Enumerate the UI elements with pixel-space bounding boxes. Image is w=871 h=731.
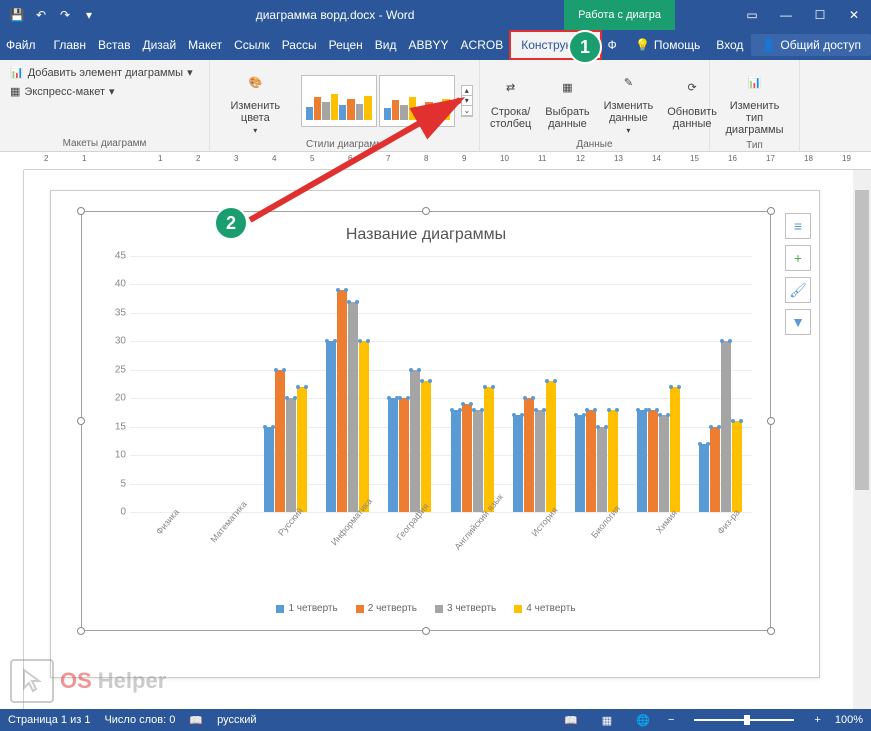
zoom-out-button[interactable]: − bbox=[668, 714, 674, 726]
layout-icon: ▦ bbox=[10, 85, 20, 98]
save-icon[interactable]: 💾 bbox=[6, 4, 28, 26]
resize-handle[interactable] bbox=[422, 627, 430, 635]
refresh-icon: ⟳ bbox=[676, 72, 708, 104]
switch-icon: ⇄ bbox=[495, 72, 527, 104]
watermark: OS Helper bbox=[10, 659, 166, 703]
add-element-icon: 📊 bbox=[10, 66, 24, 79]
ribbon-options-icon[interactable]: ▭ bbox=[735, 0, 769, 30]
maximize-icon[interactable]: ☐ bbox=[803, 0, 837, 30]
statusbar: Страница 1 из 1 Число слов: 0 📖 русский … bbox=[0, 709, 871, 731]
group-layouts-label: Макеты диаграмм bbox=[6, 136, 203, 149]
chart-filters-button[interactable]: ▼ bbox=[785, 309, 811, 335]
zoom-knob[interactable] bbox=[744, 715, 750, 725]
tab-format[interactable]: Ф bbox=[602, 30, 622, 60]
tab-review[interactable]: Рецен bbox=[323, 30, 369, 60]
annotation-arrow bbox=[240, 90, 480, 230]
titlebar: 💾 ↶ ↷ ▾ диаграмма ворд.docx - Word Работ… bbox=[0, 0, 871, 30]
chevron-down-icon: ▾ bbox=[187, 66, 193, 79]
window-controls: ▭ — ☐ ✕ bbox=[735, 0, 871, 30]
context-tab-label: Работа с диагра bbox=[564, 0, 675, 30]
tab-acrobat[interactable]: ACROB bbox=[455, 30, 510, 60]
tab-view[interactable]: Вид bbox=[369, 30, 403, 60]
print-layout-icon[interactable]: ▦ bbox=[596, 711, 618, 729]
qat: 💾 ↶ ↷ ▾ bbox=[0, 4, 106, 26]
vertical-ruler[interactable] bbox=[0, 170, 24, 709]
tab-mailings[interactable]: Рассы bbox=[276, 30, 323, 60]
language-indicator[interactable]: русский bbox=[217, 714, 256, 726]
scrollbar-thumb[interactable] bbox=[855, 190, 869, 490]
zoom-in-button[interactable]: + bbox=[814, 714, 820, 726]
switch-row-col-button[interactable]: ⇄Строка/столбец bbox=[486, 70, 535, 132]
share-button[interactable]: 👤Общий доступ bbox=[751, 34, 871, 56]
plot-area[interactable]: 051015202530354045 bbox=[130, 256, 752, 512]
document-area: Название диаграммы 051015202530354045 Фи… bbox=[24, 170, 853, 709]
page: Название диаграммы 051015202530354045 Фи… bbox=[50, 190, 820, 678]
watermark-helper: Helper bbox=[98, 668, 166, 694]
group-type-label: Тип bbox=[716, 138, 793, 151]
edit-data-button[interactable]: ✎Изменить данные▾ bbox=[600, 64, 658, 137]
tab-references[interactable]: Ссылк bbox=[228, 30, 276, 60]
chart-elements-button[interactable]: + bbox=[785, 245, 811, 271]
web-layout-icon[interactable]: 🌐 bbox=[632, 711, 654, 729]
chevron-down-icon: ▾ bbox=[626, 126, 630, 135]
annotation-2: 2 bbox=[214, 206, 248, 240]
read-mode-icon[interactable]: 📖 bbox=[560, 711, 582, 729]
tab-abbyy[interactable]: ABBYY bbox=[403, 30, 455, 60]
express-layout-button[interactable]: ▦Экспресс-макет▾ bbox=[6, 83, 203, 100]
select-data-icon: ▦ bbox=[551, 72, 583, 104]
word-count[interactable]: Число слов: 0 bbox=[104, 714, 175, 726]
resize-handle[interactable] bbox=[767, 627, 775, 635]
tab-insert[interactable]: Встав bbox=[92, 30, 136, 60]
resize-handle[interactable] bbox=[767, 207, 775, 215]
chart-legend[interactable]: 1 четверть2 четверть3 четверть4 четверть bbox=[90, 603, 762, 614]
group-data: ⇄Строка/столбец ▦Выбрать данные ✎Изменит… bbox=[480, 60, 710, 151]
chart-floating-buttons: ≡ + 🖌 ▼ bbox=[785, 213, 811, 335]
tab-file[interactable]: Файл bbox=[0, 30, 42, 60]
chevron-down-icon: ▾ bbox=[109, 85, 115, 98]
bulb-icon: 💡 bbox=[635, 38, 650, 52]
doc-title: диаграмма ворд.docx - Word bbox=[106, 8, 564, 22]
chart-object[interactable]: Название диаграммы 051015202530354045 Фи… bbox=[81, 211, 771, 631]
annotation-1: 1 bbox=[568, 30, 602, 64]
chart-styles-button[interactable]: 🖌 bbox=[785, 277, 811, 303]
x-axis-labels: ФизикаМатематикаРусскийИнформатикаГеогра… bbox=[130, 516, 752, 580]
redo-icon[interactable]: ↷ bbox=[54, 4, 76, 26]
resize-handle[interactable] bbox=[77, 207, 85, 215]
group-type: 📊Изменить тип диаграммы Тип bbox=[710, 60, 800, 151]
zoom-percent[interactable]: 100% bbox=[835, 714, 863, 726]
add-chart-element-button[interactable]: 📊Добавить элемент диаграммы▾ bbox=[6, 64, 203, 81]
minimize-icon[interactable]: — bbox=[769, 0, 803, 30]
qat-dropdown-icon[interactable]: ▾ bbox=[78, 4, 100, 26]
undo-icon[interactable]: ↶ bbox=[30, 4, 52, 26]
page-indicator[interactable]: Страница 1 из 1 bbox=[8, 714, 90, 726]
change-chart-type-button[interactable]: 📊Изменить тип диаграммы bbox=[716, 64, 793, 138]
close-icon[interactable]: ✕ bbox=[837, 0, 871, 30]
signin-button[interactable]: Вход bbox=[708, 38, 751, 52]
tab-layout[interactable]: Макет bbox=[182, 30, 228, 60]
chart-layout-options-button[interactable]: ≡ bbox=[785, 213, 811, 239]
watermark-os: OS bbox=[60, 668, 92, 694]
select-data-button[interactable]: ▦Выбрать данные bbox=[541, 70, 593, 132]
resize-handle[interactable] bbox=[77, 627, 85, 635]
resize-handle[interactable] bbox=[77, 417, 85, 425]
chart-inner: Название диаграммы 051015202530354045 Фи… bbox=[90, 220, 762, 622]
resize-handle[interactable] bbox=[767, 417, 775, 425]
tab-design[interactable]: Дизай bbox=[136, 30, 182, 60]
group-data-label: Данные bbox=[486, 137, 703, 150]
chart-type-icon: 📊 bbox=[739, 66, 771, 98]
share-icon: 👤 bbox=[761, 38, 776, 52]
help-button[interactable]: 💡Помощь bbox=[627, 38, 708, 52]
edit-data-icon: ✎ bbox=[612, 66, 644, 98]
zoom-slider[interactable] bbox=[694, 719, 794, 721]
tab-home[interactable]: Главн bbox=[48, 30, 93, 60]
cursor-icon bbox=[10, 659, 54, 703]
proofing-icon[interactable]: 📖 bbox=[189, 714, 203, 727]
group-layouts: 📊Добавить элемент диаграммы▾ ▦Экспресс-м… bbox=[0, 60, 210, 151]
menubar: Файл Главн Встав Дизай Макет Ссылк Рассы… bbox=[0, 30, 871, 60]
vertical-scrollbar[interactable] bbox=[853, 170, 871, 709]
